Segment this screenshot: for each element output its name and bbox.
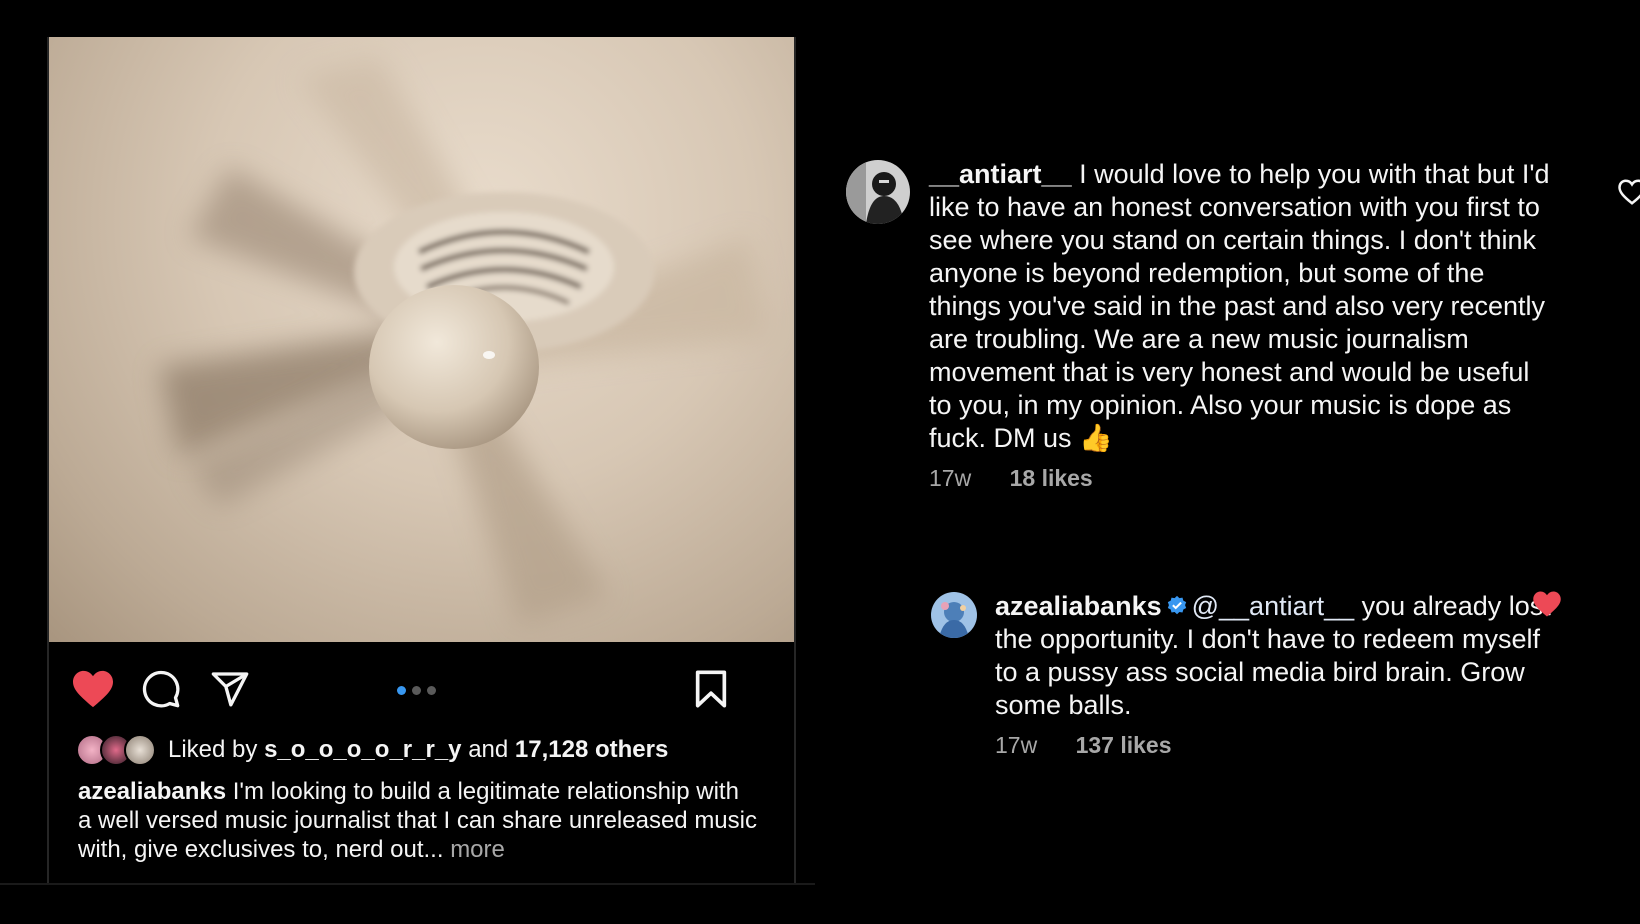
comment-like-button[interactable] [1617, 178, 1640, 208]
share-button[interactable] [208, 667, 252, 711]
carousel-dot-2[interactable] [412, 686, 421, 695]
reply-username[interactable]: azealiabanks [995, 591, 1162, 621]
reply-time: 17w [995, 732, 1038, 758]
carousel-dot-1[interactable] [397, 686, 406, 695]
comment-meta: 17w 18 likes [929, 465, 1566, 492]
paper-plane-icon [211, 672, 249, 707]
carousel-dot-3[interactable] [427, 686, 436, 695]
reply-meta: 17w 137 likes [995, 732, 1566, 759]
post-caption: azealiabanks I'm looking to build a legi… [78, 777, 758, 864]
avatar[interactable] [846, 160, 910, 224]
caption-username[interactable]: azealiabanks [78, 778, 226, 805]
liked-by-user[interactable]: s_o_o_o_o_r_r_y [264, 736, 461, 764]
ceiling-fan-image [159, 57, 769, 627]
heart-outline-icon [1618, 179, 1640, 205]
avatar[interactable] [931, 592, 977, 638]
carousel-indicator [397, 686, 436, 695]
comment-icon [142, 670, 180, 708]
verified-badge-icon [1167, 595, 1186, 615]
heart-filled-icon [1533, 591, 1561, 617]
liker-avatars [76, 734, 156, 766]
reply-mention[interactable]: @__antiart__ [1192, 591, 1355, 621]
avatar-image [931, 592, 977, 638]
comment-time: 17w [929, 465, 972, 491]
heart-filled-icon [73, 670, 113, 708]
liker-avatar [124, 734, 156, 766]
comment-body: __antiart__ I would love to help you wit… [929, 158, 1559, 455]
reply-body: azealiabanks @__antiart__ you already lo… [995, 590, 1555, 722]
liked-by-others[interactable]: 17,128 others [515, 736, 668, 764]
comment-likes[interactable]: 18 likes [1010, 465, 1093, 491]
liked-by-prefix: Liked by [168, 736, 258, 763]
post-action-bar [49, 642, 794, 726]
comment-button[interactable] [139, 667, 183, 711]
avatar-image [846, 160, 910, 224]
liked-by-line[interactable]: Liked by s_o_o_o_o_r_r_y and 17,128 othe… [76, 733, 668, 767]
reply-item: azealiabanks @__antiart__ you already lo… [931, 590, 1566, 759]
comment-username[interactable]: __antiart__ [929, 159, 1072, 189]
divider [0, 883, 815, 885]
save-button[interactable] [689, 667, 733, 711]
comment-text: I would love to help you with that but I… [929, 159, 1550, 453]
post-photo[interactable] [49, 37, 794, 642]
like-button[interactable] [71, 667, 115, 711]
liked-by-and: and [468, 736, 509, 763]
reply-likes[interactable]: 137 likes [1076, 732, 1172, 758]
caption-more-link[interactable]: more [450, 836, 505, 863]
bookmark-icon [695, 670, 727, 708]
reply-like-button[interactable] [1532, 590, 1562, 620]
post-card: Liked by s_o_o_o_o_r_r_y and 17,128 othe… [47, 37, 796, 885]
comment-item: __antiart__ I would love to help you wit… [846, 158, 1640, 492]
